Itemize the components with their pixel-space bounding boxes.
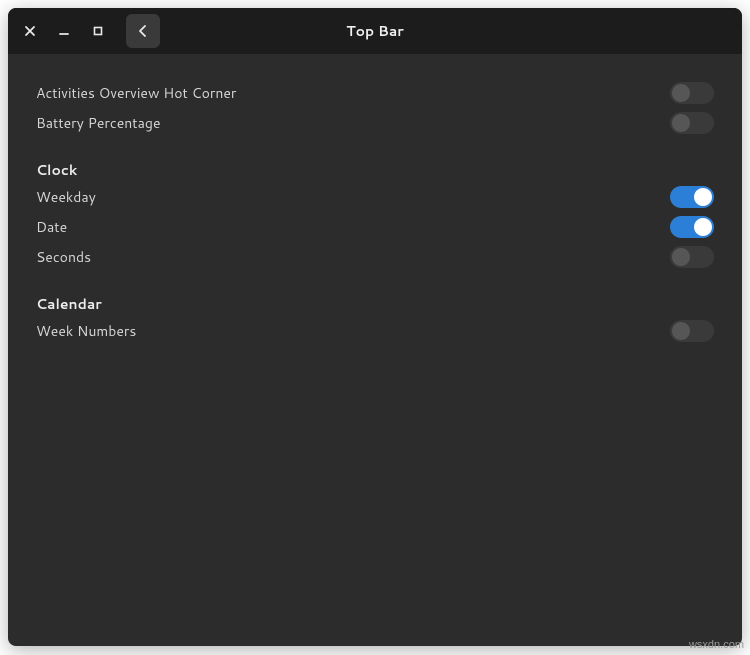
toggle-activities-hot-corner[interactable]: [670, 82, 714, 104]
toggle-knob: [672, 248, 690, 266]
section-header-clock: Clock: [36, 160, 714, 180]
toggle-seconds[interactable]: [670, 246, 714, 268]
row-label: Week Numbers: [36, 321, 136, 341]
maximize-button[interactable]: [88, 21, 108, 41]
toggle-knob: [672, 114, 690, 132]
toggle-week-numbers[interactable]: [670, 320, 714, 342]
minimize-button[interactable]: [54, 21, 74, 41]
toggle-knob: [672, 322, 690, 340]
toggle-battery-percentage[interactable]: [670, 112, 714, 134]
titlebar: Top Bar: [8, 8, 742, 54]
watermark: wsxdn.com: [689, 639, 744, 651]
section-header-calendar: Calendar: [36, 294, 714, 314]
toggle-knob: [672, 84, 690, 102]
close-icon: [24, 25, 36, 37]
toggle-weekday[interactable]: [670, 186, 714, 208]
chevron-left-icon: [136, 24, 150, 38]
maximize-icon: [92, 25, 104, 37]
window-controls: [16, 21, 108, 41]
row-seconds: Seconds: [36, 242, 714, 272]
settings-window: Top Bar Activities Overview Hot Corner B…: [8, 8, 742, 646]
toggle-date[interactable]: [670, 216, 714, 238]
row-date: Date: [36, 212, 714, 242]
row-activities-hot-corner: Activities Overview Hot Corner: [36, 78, 714, 108]
row-weekday: Weekday: [36, 182, 714, 212]
row-week-numbers: Week Numbers: [36, 316, 714, 346]
row-label: Activities Overview Hot Corner: [36, 83, 236, 103]
row-label: Battery Percentage: [36, 113, 160, 133]
toggle-knob: [694, 218, 712, 236]
close-button[interactable]: [20, 21, 40, 41]
row-label: Seconds: [36, 247, 91, 267]
row-battery-percentage: Battery Percentage: [36, 108, 714, 138]
settings-content: Activities Overview Hot Corner Battery P…: [8, 54, 742, 646]
row-label: Weekday: [36, 187, 96, 207]
row-label: Date: [36, 217, 67, 237]
toggle-knob: [694, 188, 712, 206]
window-title: Top Bar: [346, 21, 404, 41]
back-button[interactable]: [126, 14, 160, 48]
minimize-icon: [58, 25, 70, 37]
